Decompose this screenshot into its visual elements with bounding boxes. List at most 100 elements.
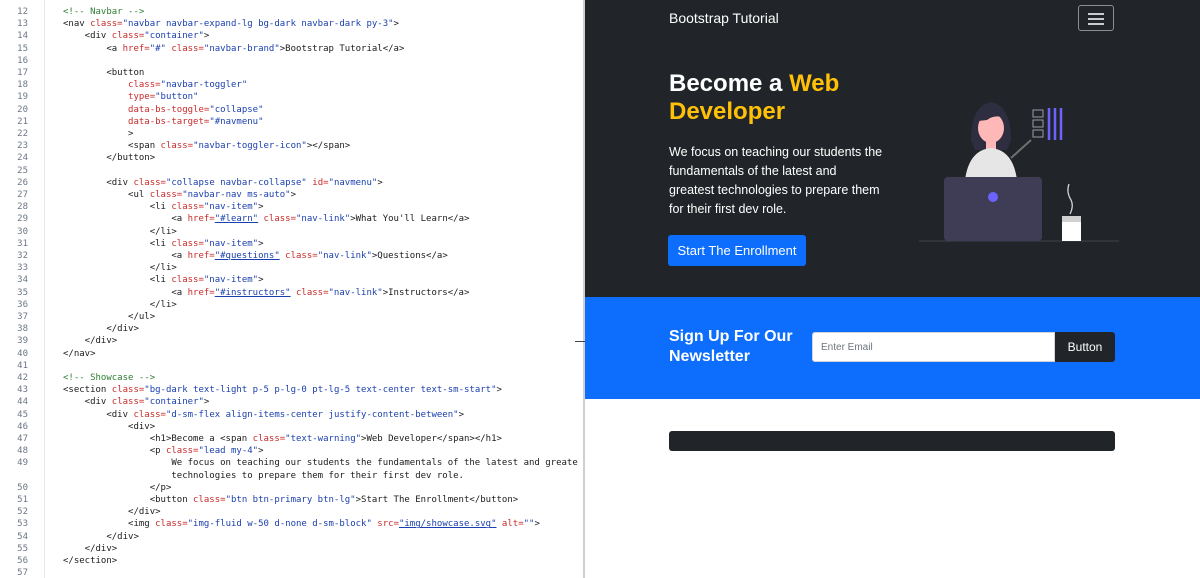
code-token: href= (187, 214, 215, 225)
line-number: 45 (17, 409, 28, 420)
code-line[interactable]: <nav class="navbar navbar-expand-lg bg-d… (63, 18, 399, 30)
code-line[interactable]: </ul> (63, 311, 155, 323)
line-number: 27 (17, 190, 28, 200)
code-line[interactable]: <a href="#instructors" class="nav-link">… (63, 287, 469, 299)
line-number: 50 (17, 482, 28, 493)
code-token: "d-sm-flex align-items-center justify-co… (165, 409, 459, 420)
code-line[interactable]: </p> (63, 482, 172, 494)
code-line[interactable]: </li> (63, 262, 177, 274)
code-line[interactable]: <li class="nav-item"> (63, 238, 264, 250)
code-line[interactable]: <!-- Navbar --> (63, 6, 144, 18)
code-line[interactable]: </div> (63, 543, 118, 555)
code-line[interactable]: <a href="#questions" class="nav-link">Qu… (63, 250, 447, 262)
code-token: <a (63, 43, 123, 54)
line-number: 39 (17, 336, 28, 347)
code-line[interactable]: We focus on teaching our students the fu… (63, 457, 578, 469)
code-token: <a (63, 287, 188, 298)
code-token: <p (63, 446, 166, 457)
code-line[interactable]: data-bs-toggle="collapse" (63, 104, 263, 116)
line-number: 36 (17, 299, 28, 310)
start-enrollment-button[interactable]: Start The Enrollment (668, 235, 806, 266)
code-token: <button (63, 68, 145, 78)
code-line[interactable]: <img class="img-fluid w-50 d-none d-sm-b… (63, 518, 540, 530)
code-token: > (290, 190, 297, 200)
code-token: alt= (496, 519, 524, 530)
code-token: <div (63, 177, 134, 188)
code-token: "#instructors" (214, 287, 291, 298)
code-line[interactable]: <button (63, 67, 144, 79)
code-line[interactable]: <!-- Showcase --> (63, 372, 155, 384)
code-line[interactable]: <div class="container"> (63, 396, 210, 408)
code-line[interactable]: </div> (63, 335, 118, 347)
line-number: 35 (17, 287, 28, 298)
line-number: 13 (17, 19, 28, 30)
code-line[interactable]: </section> (63, 555, 117, 567)
code-token: We focus on teaching our students the fu… (63, 458, 578, 469)
code-token: </div> (63, 543, 118, 554)
code-token: href= (122, 43, 150, 54)
navbar-brand[interactable]: Bootstrap Tutorial (669, 10, 779, 26)
code-token: <span (63, 141, 161, 152)
line-number: 41 (17, 360, 28, 371)
code-token: > (534, 519, 540, 530)
code-line[interactable]: <button class="btn btn-primary btn-lg">S… (63, 494, 518, 506)
code-token: "nav-item" (203, 238, 259, 249)
code-line[interactable]: <div class="collapse navbar-collapse" id… (63, 177, 382, 189)
code-token: "img/showcase.svg" (398, 519, 497, 530)
code-line[interactable]: </div> (63, 323, 139, 335)
navbar-toggler-button[interactable] (1078, 5, 1114, 31)
email-input[interactable] (812, 332, 1055, 362)
code-line[interactable]: <a href="#learn" class="nav-link">What Y… (63, 213, 469, 225)
newsletter-title: Sign Up For Our Newsletter (669, 328, 793, 365)
code-token: class= (165, 43, 204, 54)
code-line[interactable]: </div> (63, 506, 161, 518)
code-token: <img (63, 519, 156, 530)
code-line[interactable]: <section class="bg-dark text-light p-5 p… (63, 384, 502, 396)
code-line[interactable]: <li class="nav-item"> (63, 274, 264, 286)
code-line[interactable]: <a href="#" class="navbar-brand">Bootstr… (63, 43, 404, 55)
line-number: 48 (17, 446, 28, 457)
code-line[interactable]: <div class="container"> (63, 30, 210, 42)
code-line[interactable]: <li class="nav-item"> (63, 201, 264, 213)
code-line[interactable]: <p class="lead my-4"> (63, 445, 264, 457)
line-number: 54 (17, 531, 28, 542)
code-token: <!-- Showcase --> (63, 373, 156, 383)
hero-title-prefix: Become a (669, 70, 790, 97)
code-line[interactable]: <div class="d-sm-flex align-items-center… (63, 409, 464, 421)
code-line[interactable]: data-bs-target="#navmenu" (63, 116, 263, 128)
code-token: <li (63, 275, 172, 286)
code-token: class= (258, 214, 297, 225)
code-token: <div (63, 397, 112, 408)
code-line[interactable]: class="navbar-toggler" (63, 79, 247, 91)
code-token: class= (171, 238, 204, 249)
code-line[interactable]: </div> (63, 531, 139, 543)
code-token: class= (193, 495, 226, 505)
code-token: <section (63, 385, 112, 396)
line-number: 14 (17, 31, 28, 42)
code-token: <li (63, 202, 172, 213)
code-line[interactable]: technologies to prepare them for their f… (63, 470, 464, 482)
code-line[interactable]: </button> (63, 152, 155, 164)
code-editor[interactable]: 12 13 14 15 16 17 18 19 20 21 22 23 24 25 26 27 28 29 30 31… (0, 0, 578, 578)
code-token: >Start The Enrollment</button> (355, 495, 519, 505)
newsletter-submit-button[interactable]: Button (1055, 332, 1115, 362)
code-line[interactable]: </li> (63, 299, 177, 311)
code-line[interactable]: type="button" (63, 91, 198, 103)
code-token: >Web Developer</span></h1> (361, 434, 502, 444)
showcase-illustration (919, 102, 1119, 242)
code-line[interactable]: </li> (63, 226, 177, 238)
code-line[interactable]: > (63, 128, 133, 140)
code-line[interactable]: <h1>Become a <span class="text-warning">… (63, 433, 502, 445)
line-number: 32 (17, 251, 28, 261)
hero-lead: We focus on teaching our students the fu… (669, 145, 883, 216)
code-line[interactable]: <div> (63, 421, 155, 433)
line-number: 25 (17, 165, 28, 176)
code-line[interactable]: </nav> (63, 348, 96, 360)
code-line[interactable]: <ul class="navbar-nav ms-auto"> (63, 189, 296, 201)
line-number: 49 (17, 458, 28, 469)
code-token: "lead my-4" (198, 446, 259, 457)
code-line[interactable]: <span class="navbar-toggler-icon"></span… (63, 140, 350, 152)
line-number: 15 (17, 43, 28, 54)
code-token: class= (290, 287, 329, 298)
line-number-gutter: 12 13 14 15 16 17 18 19 20 21 22 23 24 25 26 27 28 29 30 31… (0, 0, 45, 578)
